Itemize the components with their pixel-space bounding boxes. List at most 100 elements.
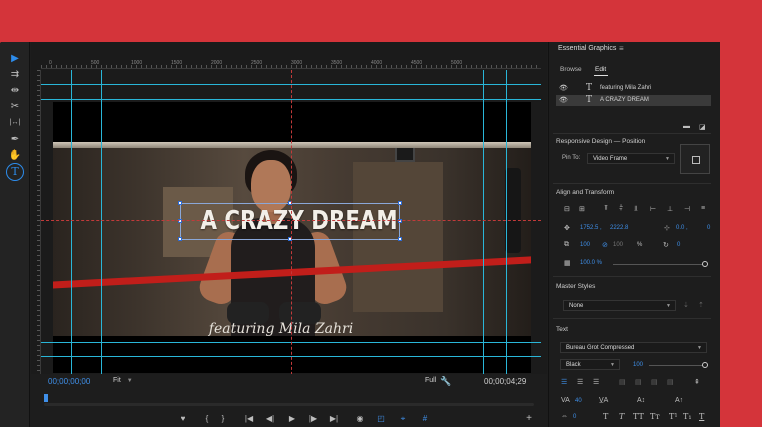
- step-back-icon[interactable]: ◀|: [264, 414, 276, 424]
- link-icon[interactable]: ⊘: [602, 241, 608, 249]
- transform-handle[interactable]: [178, 237, 182, 241]
- app-window: ▶ ⇉ ⇹ ✂ |↔| ✒ ✋ T 0 500 1000 1500 2000 2…: [0, 42, 720, 427]
- align-text-left-icon[interactable]: ☰: [561, 378, 567, 386]
- small-caps-icon[interactable]: Tт: [650, 412, 660, 421]
- slip-tool-icon[interactable]: |↔|: [6, 116, 24, 130]
- rotation-value[interactable]: 0: [677, 242, 680, 248]
- align-right-icon[interactable]: ⊣: [684, 205, 690, 213]
- step-forward-icon[interactable]: |▶: [307, 414, 319, 424]
- text-layer-icon: T: [586, 83, 593, 93]
- mark-in-icon[interactable]: {: [201, 414, 213, 424]
- play-icon[interactable]: ▶: [286, 414, 298, 424]
- go-to-out-icon[interactable]: ▶|: [328, 414, 340, 424]
- justify-last-left-icon[interactable]: ▤: [619, 378, 626, 386]
- position-y-value[interactable]: 2222.8: [610, 225, 628, 231]
- transform-handle[interactable]: [178, 201, 182, 205]
- font-size-slider-knob[interactable]: [702, 362, 708, 368]
- hand-tool-icon[interactable]: ✋: [6, 149, 24, 163]
- track-select-tool-icon[interactable]: ⇉: [6, 68, 24, 82]
- transform-handle[interactable]: [398, 201, 402, 205]
- align-left-icon[interactable]: ⊢: [650, 205, 656, 213]
- justify-last-right-icon[interactable]: ▤: [651, 378, 658, 386]
- opacity-value[interactable]: 100.0 %: [580, 260, 602, 266]
- justify-all-icon[interactable]: ▤: [667, 378, 674, 386]
- new-layer-folder-icon[interactable]: ▬: [683, 123, 690, 130]
- pin-edges-widget[interactable]: [680, 144, 710, 174]
- transform-handle[interactable]: [398, 237, 402, 241]
- playhead-timecode[interactable]: 00;00;00;00: [48, 377, 90, 386]
- tab-browse[interactable]: Browse: [560, 66, 582, 73]
- tab-edit[interactable]: Edit: [595, 66, 606, 73]
- selection-tool-icon[interactable]: ▶: [6, 52, 24, 66]
- title-graphic[interactable]: A CRAZY DREAM: [200, 203, 397, 240]
- font-style-value: Black: [566, 362, 581, 368]
- guide-line[interactable]: [483, 70, 484, 385]
- faux-italic-icon[interactable]: T: [619, 412, 624, 421]
- type-tool-icon[interactable]: T: [6, 163, 24, 181]
- guide-line[interactable]: [71, 70, 72, 385]
- distribute-icon[interactable]: ≡: [701, 205, 705, 212]
- font-size-slider[interactable]: [649, 365, 705, 366]
- all-caps-icon[interactable]: TT: [633, 412, 644, 421]
- justify-last-center-icon[interactable]: ▤: [635, 378, 642, 386]
- scale-width-value[interactable]: 100: [580, 242, 590, 248]
- eye-icon[interactable]: 👁: [559, 95, 568, 106]
- superscript-icon[interactable]: T¹: [669, 412, 678, 421]
- center-guide: [291, 70, 292, 385]
- faux-bold-icon[interactable]: T: [603, 412, 608, 421]
- underline-icon[interactable]: T: [699, 412, 704, 421]
- align-middle-icon[interactable]: ⫩: [619, 205, 623, 213]
- align-text-right-icon[interactable]: ☰: [593, 378, 599, 386]
- font-style-dropdown[interactable]: Black ▼: [560, 359, 620, 370]
- layer-item[interactable]: 👁 T featuring Mila Zahri: [556, 83, 711, 94]
- scrub-bar[interactable]: [44, 403, 534, 406]
- camera-icon[interactable]: ◉: [354, 414, 366, 424]
- tracking-value[interactable]: 40: [575, 398, 582, 404]
- opacity-icon: ▦: [564, 260, 571, 267]
- opacity-slider[interactable]: [613, 264, 705, 265]
- playhead-marker[interactable]: [44, 394, 48, 402]
- ripple-edit-tool-icon[interactable]: ⇹: [6, 84, 24, 98]
- comparison-view-icon[interactable]: ⌖: [397, 414, 409, 424]
- push-up-icon[interactable]: ⇡: [698, 301, 704, 309]
- anchor-x-value[interactable]: 0.0 ,: [676, 225, 688, 231]
- text-top-align-icon[interactable]: ⇞: [694, 378, 700, 386]
- go-to-in-icon[interactable]: |◀: [243, 414, 255, 424]
- align-vertical-center-icon[interactable]: ⊟: [564, 205, 570, 213]
- layer-item-selected[interactable]: 👁 T A CRAZY DREAM: [556, 95, 711, 106]
- pen-tool-icon[interactable]: ✒: [6, 133, 24, 147]
- add-marker-icon[interactable]: ♥: [177, 414, 189, 424]
- align-center-icon[interactable]: ⊥: [667, 205, 673, 213]
- punching-bag: [505, 168, 521, 253]
- add-button-icon[interactable]: +: [523, 414, 535, 424]
- guide-line[interactable]: [101, 70, 102, 385]
- align-top-icon[interactable]: ⫪: [604, 205, 608, 213]
- anchor-y-value[interactable]: 0: [707, 225, 710, 231]
- align-text-center-icon[interactable]: ☰: [577, 378, 583, 386]
- align-bottom-icon[interactable]: ⫫: [634, 205, 638, 213]
- zoom-value: Fit: [113, 377, 121, 384]
- razor-tool-icon[interactable]: ✂: [6, 100, 24, 114]
- subtitle-graphic[interactable]: featuring Mila Zahri: [201, 319, 361, 339]
- grid-icon[interactable]: #: [419, 414, 431, 424]
- font-family-dropdown[interactable]: Bureau Grot Compressed ▼: [560, 342, 707, 353]
- push-down-icon[interactable]: ⇣: [683, 301, 689, 309]
- tsume-value[interactable]: 0: [573, 414, 576, 420]
- position-x-value[interactable]: 1752.5 ,: [580, 225, 602, 231]
- guide-line[interactable]: [506, 70, 507, 385]
- wrench-icon[interactable]: 🔧: [440, 376, 451, 387]
- zoom-dropdown[interactable]: Fit ▼: [113, 377, 133, 384]
- opacity-slider-knob[interactable]: [702, 261, 708, 267]
- font-size-value[interactable]: 100: [633, 362, 643, 368]
- panel-menu-icon[interactable]: ≡: [619, 44, 624, 53]
- eye-icon[interactable]: 👁: [559, 83, 568, 94]
- align-horizontal-center-icon[interactable]: ⊞: [579, 205, 585, 213]
- mark-out-icon[interactable]: }: [217, 414, 229, 424]
- new-layer-icon[interactable]: ◪: [699, 123, 706, 131]
- master-style-dropdown[interactable]: None ▼: [563, 300, 676, 311]
- pin-to-dropdown[interactable]: Video Frame ▼: [587, 153, 675, 164]
- master-styles-header: Master Styles: [556, 283, 596, 290]
- safe-margins-icon[interactable]: ◰: [375, 414, 387, 424]
- subscript-icon[interactable]: T₁: [683, 412, 692, 421]
- scale-height-value[interactable]: 100: [613, 242, 623, 248]
